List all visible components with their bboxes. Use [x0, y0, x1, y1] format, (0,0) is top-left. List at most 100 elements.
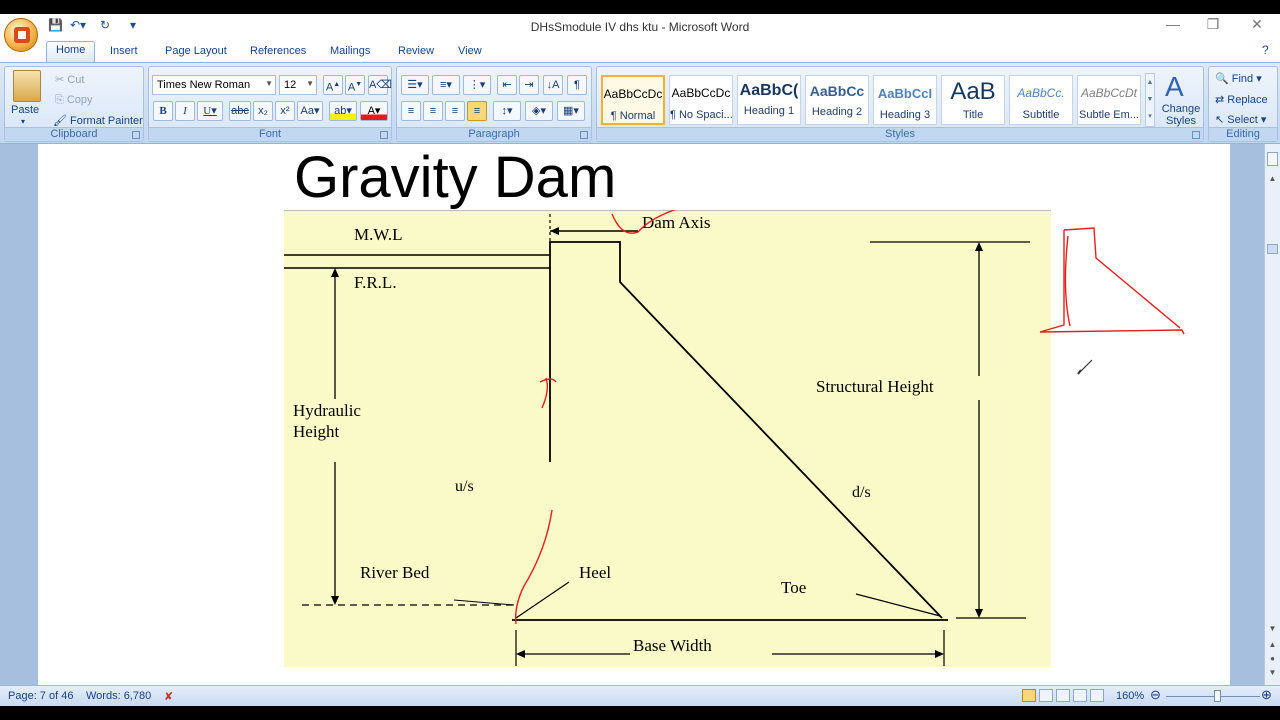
- label-structural-height: Structural Height: [816, 377, 934, 396]
- bold-icon[interactable]: B: [153, 101, 173, 121]
- document-page[interactable]: Gravity Dam M.W.L F.R.L. Dam Axis Struct…: [38, 144, 1230, 685]
- style-subtle-emphasis[interactable]: AaBbCcDt Subtle Em...: [1077, 75, 1141, 125]
- outline-icon[interactable]: [1073, 689, 1088, 702]
- style-title[interactable]: AaB Title: [941, 75, 1005, 125]
- full-screen-reading-icon[interactable]: [1039, 689, 1054, 702]
- tab-home[interactable]: Home: [46, 41, 96, 62]
- change-case-icon[interactable]: Aa▾: [297, 101, 323, 121]
- view-buttons: [1022, 689, 1106, 703]
- tab-mailings[interactable]: Mailings: [321, 43, 379, 59]
- proofing-icon[interactable]: ✘: [164, 690, 173, 703]
- style-heading-2[interactable]: AaBbCc Heading 2: [805, 75, 869, 125]
- align-left-icon[interactable]: ≡: [401, 101, 421, 121]
- zoom-slider[interactable]: [1166, 696, 1260, 697]
- next-page-icon[interactable]: ▼: [1266, 668, 1279, 680]
- change-styles-button[interactable]: Change Styles: [1159, 103, 1203, 127]
- style-subtitle[interactable]: AaBbCc. Subtitle: [1009, 75, 1073, 125]
- zoom-in-icon[interactable]: ⊕: [1261, 687, 1272, 703]
- underline-icon[interactable]: U▾: [197, 101, 223, 121]
- grow-font-icon[interactable]: A▲: [323, 75, 343, 95]
- decrease-indent-icon[interactable]: ⇤: [497, 75, 517, 95]
- scroll-up-icon[interactable]: ▲: [1266, 174, 1279, 184]
- align-center-icon[interactable]: ≡: [423, 101, 443, 121]
- paragraph-group-label: Paragraph: [397, 127, 591, 141]
- office-button[interactable]: [4, 18, 38, 52]
- format-painter-button[interactable]: 🖌 Format Painter: [53, 114, 143, 127]
- shading-icon[interactable]: ◈▾: [525, 101, 553, 121]
- web-layout-icon[interactable]: [1056, 689, 1071, 702]
- replace-button[interactable]: ⇄ Replace: [1215, 93, 1268, 106]
- font-name-combo[interactable]: Times New Roman ▼: [152, 75, 276, 95]
- line-spacing-icon[interactable]: ↕▾: [493, 101, 521, 121]
- font-size-combo[interactable]: 12 ▼: [279, 75, 317, 95]
- styles-scroll-icon[interactable]: ▲ ▼ ▾: [1145, 73, 1155, 127]
- page-indicator[interactable]: Page: 7 of 46: [8, 690, 73, 702]
- tab-page-layout[interactable]: Page Layout: [156, 43, 236, 59]
- shrink-font-icon[interactable]: A▼: [345, 75, 365, 95]
- borders-icon[interactable]: ▦▾: [557, 101, 585, 121]
- font-launcher-icon[interactable]: [380, 131, 388, 139]
- paste-icon[interactable]: [13, 70, 41, 102]
- bullets-icon[interactable]: ☰▾: [401, 75, 429, 95]
- italic-icon[interactable]: I: [175, 101, 195, 121]
- select-button[interactable]: ↖ Select ▾: [1215, 113, 1266, 126]
- change-styles-icon[interactable]: A: [1165, 71, 1184, 103]
- close-button[interactable]: ✕: [1242, 16, 1272, 36]
- show-formatting-icon[interactable]: ¶: [567, 75, 587, 95]
- help-icon[interactable]: ?: [1262, 43, 1269, 57]
- font-group-label: Font: [149, 127, 391, 141]
- style-heading-1[interactable]: AaBbC(Heading 1: [737, 75, 801, 125]
- tab-view[interactable]: View: [449, 43, 491, 59]
- print-layout-icon[interactable]: [1022, 689, 1036, 702]
- numbering-icon[interactable]: ≡▾: [432, 75, 460, 95]
- multilevel-list-icon[interactable]: ⋮▾: [463, 75, 491, 95]
- zoom-slider-thumb[interactable]: [1214, 690, 1221, 702]
- office-logo-icon: [14, 27, 30, 43]
- cursor-icon: ↖: [1215, 114, 1228, 126]
- restore-button[interactable]: ❐: [1198, 16, 1228, 36]
- tab-insert[interactable]: Insert: [101, 43, 147, 59]
- zoom-level[interactable]: 160%: [1116, 690, 1144, 702]
- paste-dropdown-icon[interactable]: ▾: [21, 117, 25, 126]
- style-no-spacing[interactable]: AaBbCcDc ¶ No Spaci...: [669, 75, 733, 125]
- style-heading-3[interactable]: AaBbCcI Heading 3: [873, 75, 937, 125]
- pen-sketch-upstream-face: [1064, 235, 1071, 327]
- style-normal[interactable]: AaBbCcDc ¶ Normal: [601, 75, 665, 125]
- styles-launcher-icon[interactable]: [1192, 131, 1200, 139]
- copy-button[interactable]: ⎘ Copy: [55, 94, 93, 107]
- label-mwl: M.W.L: [354, 225, 403, 244]
- cut-button[interactable]: ✂ Cut: [55, 73, 84, 86]
- font-group: Times New Roman ▼ 12 ▼ A▲ A▼ A⌫ B I U▾ abc…: [148, 66, 392, 142]
- minimize-button[interactable]: —: [1158, 16, 1188, 36]
- clipboard-launcher-icon[interactable]: [132, 131, 140, 139]
- draft-icon[interactable]: [1090, 689, 1105, 702]
- superscript-icon[interactable]: x²: [275, 101, 295, 121]
- scroll-down-icon[interactable]: ▼: [1266, 624, 1279, 634]
- zoom-out-icon[interactable]: ⊖: [1150, 687, 1161, 703]
- select-browse-object-icon[interactable]: ●: [1266, 654, 1279, 666]
- align-right-icon[interactable]: ≡: [445, 101, 465, 121]
- font-color-icon[interactable]: A▾: [360, 101, 388, 121]
- previous-page-icon[interactable]: ▲: [1266, 640, 1279, 652]
- paste-button[interactable]: Paste: [11, 104, 39, 116]
- document-heading: Gravity Dam: [294, 145, 617, 210]
- word-count[interactable]: Words: 6,780: [86, 690, 151, 702]
- vertical-scrollbar[interactable]: ▲ ▼ ▲ ● ▼: [1264, 144, 1280, 685]
- gravity-dam-figure: M.W.L F.R.L. Dam Axis Structural Height …: [284, 210, 1185, 667]
- label-base-width: Base Width: [633, 636, 712, 655]
- find-button[interactable]: 🔍 Find ▾: [1215, 72, 1262, 85]
- clipboard-group-label: Clipboard: [5, 127, 143, 141]
- tab-review[interactable]: Review: [389, 43, 443, 59]
- sort-icon[interactable]: ↓A: [543, 75, 563, 95]
- scroll-thumb[interactable]: [1267, 244, 1278, 254]
- increase-indent-icon[interactable]: ⇥: [519, 75, 539, 95]
- subscript-icon[interactable]: x₂: [253, 101, 273, 121]
- replace-icon: ⇄: [1215, 94, 1228, 106]
- tab-references[interactable]: References: [241, 43, 315, 59]
- justify-icon[interactable]: ≡: [467, 101, 487, 121]
- paragraph-launcher-icon[interactable]: [580, 131, 588, 139]
- highlight-icon[interactable]: ab▾: [329, 101, 357, 121]
- strikethrough-icon[interactable]: abc: [229, 101, 251, 121]
- clear-formatting-icon[interactable]: A⌫: [368, 75, 392, 95]
- ruler-toggle-icon[interactable]: [1267, 152, 1278, 166]
